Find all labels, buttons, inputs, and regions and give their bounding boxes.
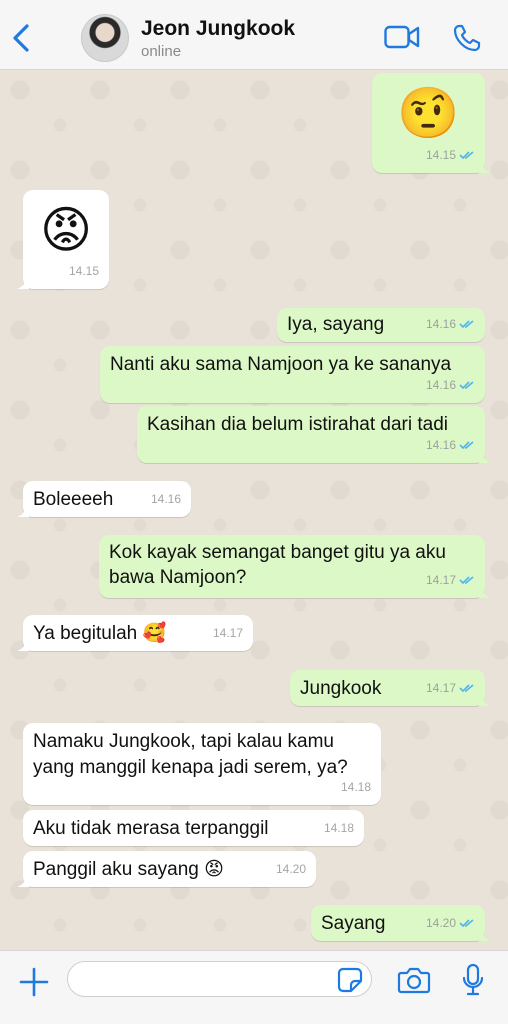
- double-check-icon: [459, 684, 474, 693]
- double-check-icon: [459, 576, 474, 585]
- message-text: Panggil aku sayang 😡: [33, 859, 224, 880]
- message-time: 14.20: [425, 916, 456, 930]
- message-outgoing[interactable]: 🤨 14.15: [372, 73, 491, 173]
- message-time: 14.17: [425, 573, 456, 587]
- message-time: 14.15: [68, 264, 99, 278]
- message-outgoing[interactable]: Iya, sayang 14.16: [277, 308, 485, 342]
- message-time: 14.18: [340, 780, 371, 794]
- plus-icon[interactable]: [18, 966, 50, 998]
- camera-icon[interactable]: [397, 965, 431, 995]
- double-check-icon: [459, 381, 474, 390]
- message-input[interactable]: [67, 961, 372, 997]
- contact-name[interactable]: Jeon Jungkook: [141, 17, 295, 41]
- contact-status: online: [141, 43, 182, 60]
- microphone-icon[interactable]: [461, 963, 485, 997]
- bubble-tail: [479, 929, 491, 941]
- message-outgoing[interactable]: Jungkook 14.17: [290, 670, 491, 706]
- sticker-icon[interactable]: [337, 967, 363, 993]
- message-incoming[interactable]: Aku tidak merasa terpanggil 14.18: [23, 810, 364, 846]
- message-outgoing[interactable]: Sayang 14.20: [311, 905, 491, 941]
- message-incoming[interactable]: 😡 14.15: [17, 190, 109, 289]
- avatar[interactable]: [81, 14, 129, 62]
- video-camera-icon[interactable]: [384, 24, 420, 50]
- bubble-tail: [17, 639, 29, 651]
- message-text: Kok kayak semangat banget gitu ya aku: [109, 542, 446, 563]
- message-text: Namaku Jungkook, tapi kalau kamu: [33, 731, 334, 752]
- message-time: 14.16: [425, 438, 456, 452]
- double-check-icon: [459, 441, 474, 450]
- message-outgoing[interactable]: Kasihan dia belum istirahat dari tadi 14…: [137, 406, 491, 463]
- message-emoji: 🤨: [397, 85, 460, 141]
- message-text: Ya begitulah 🥰: [33, 623, 167, 644]
- message-time: 14.17: [425, 681, 456, 695]
- message-text-line2: yang manggil kenapa jadi serem, ya?: [33, 757, 348, 778]
- message-incoming[interactable]: Boleeeeh 14.16: [17, 481, 191, 517]
- message-outgoing[interactable]: Kok kayak semangat banget gitu ya aku ba…: [99, 535, 491, 598]
- message-time: 14.18: [323, 821, 354, 835]
- bubble-tail: [17, 505, 29, 517]
- double-check-icon: [459, 919, 474, 928]
- message-emoji: 😡: [39, 202, 93, 258]
- message-text: Nanti aku sama Namjoon ya ke sananya: [110, 354, 452, 375]
- message-text: Aku tidak merasa terpanggil: [33, 818, 269, 839]
- chat-header: Jeon Jungkook online: [0, 0, 508, 70]
- compose-bar: [0, 950, 508, 1024]
- message-incoming[interactable]: Namaku Jungkook, tapi kalau kamu yang ma…: [23, 723, 381, 805]
- message-time: 14.16: [425, 317, 456, 331]
- message-incoming[interactable]: Ya begitulah 🥰 14.17: [17, 615, 253, 651]
- message-time: 14.15: [425, 148, 456, 162]
- message-time: 14.17: [212, 626, 243, 640]
- double-check-icon: [459, 320, 474, 329]
- bubble-tail: [479, 451, 491, 463]
- chevron-left-icon[interactable]: [10, 22, 34, 54]
- message-time: 14.20: [275, 862, 306, 876]
- bubble-tail: [17, 277, 29, 289]
- double-check-icon: [459, 151, 474, 160]
- bubble-tail: [479, 586, 491, 598]
- bubble-tail: [479, 161, 491, 173]
- bubble-tail: [479, 694, 491, 706]
- message-outgoing[interactable]: Nanti aku sama Namjoon ya ke sananya 14.…: [100, 346, 485, 403]
- bubble-tail: [17, 875, 29, 887]
- message-incoming[interactable]: Panggil aku sayang 😡 14.20: [17, 851, 316, 887]
- message-text-line2: bawa Namjoon?: [109, 567, 247, 588]
- message-time: 14.16: [150, 492, 181, 506]
- message-list[interactable]: 🤨 14.15 😡 14.15 Iya, sayang 14.16 Nanti …: [0, 70, 508, 950]
- phone-icon[interactable]: [452, 23, 482, 53]
- message-time: 14.16: [425, 378, 456, 392]
